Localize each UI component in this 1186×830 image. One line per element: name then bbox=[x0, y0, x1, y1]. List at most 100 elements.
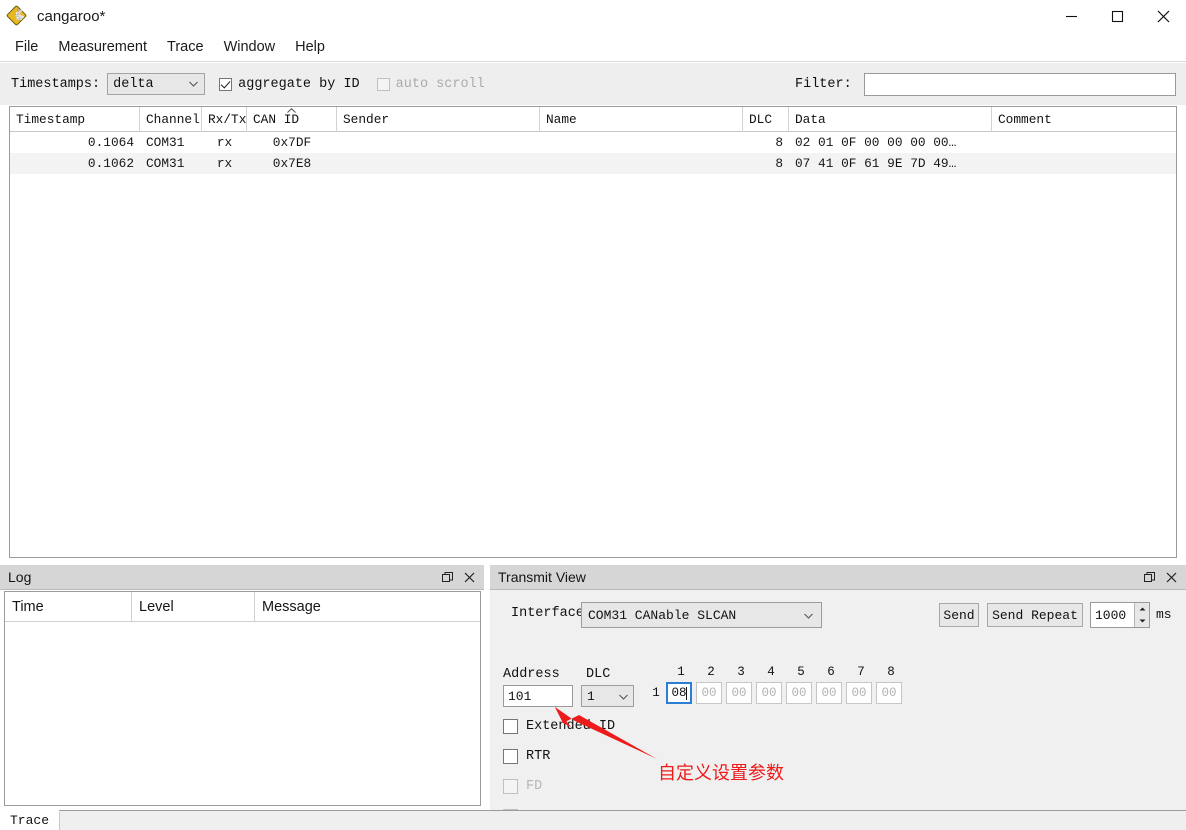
byte-input-8[interactable]: 00 bbox=[876, 682, 902, 704]
fd-label: FD bbox=[526, 779, 542, 794]
cell-comment bbox=[992, 153, 1176, 174]
filter-input[interactable] bbox=[864, 73, 1176, 96]
repeat-unit-label: ms bbox=[1156, 607, 1172, 622]
byte-input-2[interactable]: 00 bbox=[696, 682, 722, 704]
maximize-button[interactable] bbox=[1094, 0, 1140, 32]
float-icon[interactable] bbox=[1138, 567, 1160, 589]
interface-select[interactable]: COM31 CANable SLCAN bbox=[581, 602, 822, 628]
byte-input-5-value: 00 bbox=[791, 686, 806, 700]
byte-input-6[interactable]: 00 bbox=[816, 682, 842, 704]
interface-row: Interface: COM31 CANable SLCAN Send Send… bbox=[490, 602, 1186, 628]
dlc-select[interactable]: 1 bbox=[581, 685, 634, 707]
rtr-checkbox[interactable]: RTR bbox=[503, 749, 550, 764]
data-bytes-column-headers: 1 2 3 4 5 6 7 8 bbox=[666, 665, 906, 682]
menu-item-window[interactable]: Window bbox=[215, 36, 285, 58]
dlc-select-value: 1 bbox=[587, 689, 595, 704]
toolbar: Timestamps: delta aggregate by ID auto s… bbox=[0, 63, 1186, 105]
menu-item-file[interactable]: File bbox=[6, 36, 47, 58]
cell-name bbox=[540, 132, 743, 153]
byte-header-5: 5 bbox=[786, 665, 816, 682]
column-header-name[interactable]: Name bbox=[540, 107, 743, 132]
auto-scroll-checkbox[interactable]: auto scroll bbox=[377, 77, 485, 92]
cell-rxtx: rx bbox=[202, 132, 247, 153]
table-row[interactable]: 0.1062 COM31 rx 0x7E8 8 07 41 0F 61 9E 7… bbox=[10, 153, 1176, 174]
cell-data: 02 01 0F 00 00 00 00… bbox=[789, 132, 992, 153]
send-button[interactable]: Send bbox=[939, 603, 979, 627]
log-table[interactable]: Time Level Message bbox=[4, 591, 481, 806]
timestamps-label: Timestamps: bbox=[11, 77, 100, 92]
menu-item-trace[interactable]: Trace bbox=[158, 36, 213, 58]
float-icon[interactable] bbox=[436, 567, 458, 589]
menu-item-measurement[interactable]: Measurement bbox=[49, 36, 156, 58]
repeat-interval-stepper[interactable]: 1000 bbox=[1090, 602, 1150, 628]
minimize-button[interactable] bbox=[1048, 0, 1094, 32]
close-icon[interactable] bbox=[458, 567, 480, 589]
byte-input-1[interactable]: 08 bbox=[666, 682, 692, 704]
cell-timestamp: 0.1062 bbox=[10, 153, 140, 174]
annotation-text: 自定义设置参数 bbox=[658, 759, 784, 785]
cell-rxtx: rx bbox=[202, 153, 247, 174]
column-header-sender[interactable]: Sender bbox=[337, 107, 540, 132]
column-header-channel[interactable]: Channel bbox=[140, 107, 202, 132]
cell-comment bbox=[992, 132, 1176, 153]
fd-checkbox[interactable]: FD bbox=[503, 779, 542, 794]
trace-table[interactable]: Timestamp Channel Rx/Tx CAN ID Sender Na… bbox=[9, 106, 1177, 558]
cell-timestamp: 0.1064 bbox=[10, 132, 140, 153]
cell-channel: COM31 bbox=[140, 132, 202, 153]
aggregate-by-id-label: aggregate by ID bbox=[238, 77, 360, 92]
aggregate-by-id-checkbox[interactable]: aggregate by ID bbox=[219, 77, 360, 92]
close-button[interactable] bbox=[1140, 0, 1186, 32]
filter-label: Filter: bbox=[795, 77, 852, 92]
log-panel-title-bar: Log bbox=[0, 565, 484, 590]
chevron-down-icon bbox=[189, 81, 197, 86]
transmit-panel-title: Transmit View bbox=[498, 569, 586, 585]
send-repeat-button[interactable]: Send Repeat bbox=[987, 603, 1083, 627]
transmit-view-panel: Transmit View Interface: COM31 CANable S… bbox=[490, 565, 1186, 810]
byte-input-1-value: 08 bbox=[671, 686, 686, 700]
byte-input-4-value: 00 bbox=[761, 686, 776, 700]
byte-input-4[interactable]: 00 bbox=[756, 682, 782, 704]
stepper-up-icon[interactable] bbox=[1135, 603, 1149, 615]
log-table-header: Time Level Message bbox=[5, 592, 480, 622]
timestamps-select[interactable]: delta bbox=[107, 73, 205, 95]
column-header-timestamp[interactable]: Timestamp bbox=[10, 107, 140, 132]
column-header-data[interactable]: Data bbox=[789, 107, 992, 132]
column-header-message[interactable]: Message bbox=[255, 592, 480, 622]
close-icon[interactable] bbox=[1160, 567, 1182, 589]
byte-input-2-value: 00 bbox=[701, 686, 716, 700]
column-header-can-id[interactable]: CAN ID bbox=[247, 107, 337, 132]
transmit-view-body: Interface: COM31 CANable SLCAN Send Send… bbox=[490, 591, 1186, 810]
interface-label: Interface: bbox=[511, 606, 592, 621]
byte-input-7[interactable]: 00 bbox=[846, 682, 872, 704]
data-bytes-row: 1 08 00 00 00 00 00 bbox=[646, 682, 906, 704]
tab-bar-filler bbox=[59, 812, 1186, 830]
chevron-down-icon bbox=[804, 613, 812, 618]
extended-id-checkbox[interactable]: Extended ID bbox=[503, 719, 615, 734]
column-header-comment[interactable]: Comment bbox=[992, 107, 1176, 132]
cell-name bbox=[540, 153, 743, 174]
byte-input-3-value: 00 bbox=[731, 686, 746, 700]
log-panel: Log Time Level Message bbox=[0, 565, 484, 810]
table-row[interactable]: 0.1064 COM31 rx 0x7DF 8 02 01 0F 00 00 0… bbox=[10, 132, 1176, 153]
byte-input-5[interactable]: 00 bbox=[786, 682, 812, 704]
stepper-down-icon[interactable] bbox=[1135, 615, 1149, 627]
repeat-interval-value: 1000 bbox=[1095, 608, 1126, 623]
menu-item-help[interactable]: Help bbox=[286, 36, 334, 58]
address-label: Address bbox=[503, 667, 560, 682]
chevron-down-icon bbox=[619, 694, 627, 699]
cell-sender bbox=[337, 153, 540, 174]
cell-can-id: 0x7DF bbox=[247, 132, 337, 153]
byte-input-3[interactable]: 00 bbox=[726, 682, 752, 704]
cell-dlc: 8 bbox=[743, 153, 789, 174]
stepper-arrows[interactable] bbox=[1134, 603, 1149, 627]
checkbox-box-rtr bbox=[503, 749, 518, 764]
column-header-level[interactable]: Level bbox=[132, 592, 255, 622]
column-header-time[interactable]: Time bbox=[5, 592, 132, 622]
byte-input-6-value: 00 bbox=[821, 686, 836, 700]
column-header-dlc[interactable]: DLC bbox=[743, 107, 789, 132]
cell-channel: COM31 bbox=[140, 153, 202, 174]
tab-trace[interactable]: Trace bbox=[0, 810, 59, 830]
address-input[interactable] bbox=[503, 685, 573, 707]
column-header-rxtx[interactable]: Rx/Tx bbox=[202, 107, 247, 132]
byte-header-1: 1 bbox=[666, 665, 696, 682]
